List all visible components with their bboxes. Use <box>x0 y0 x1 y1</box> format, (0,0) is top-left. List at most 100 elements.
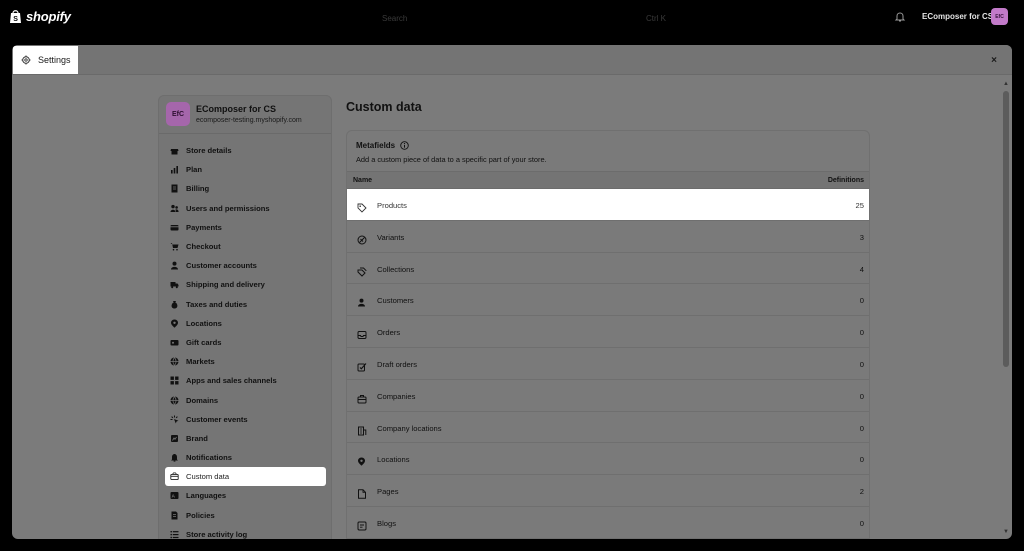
sidebar-item-label: Plan <box>186 165 203 175</box>
collection-icon <box>357 264 367 277</box>
table-header: Name Definitions <box>347 171 869 189</box>
store-name-top[interactable]: EComposer for CS <box>922 12 993 21</box>
row-name: Customers <box>377 296 414 306</box>
avatar[interactable]: EfC <box>991 8 1008 25</box>
sidebar-item-gift-cards[interactable]: Gift cards <box>165 333 326 352</box>
inbox-icon <box>357 327 367 340</box>
sidebar-item-label: Billing <box>186 184 210 194</box>
sidebar-item-shipping-and-delivery[interactable]: Shipping and delivery <box>165 275 326 294</box>
row-name: Companies <box>377 391 416 401</box>
table-row[interactable]: Blogs 0 <box>347 507 869 539</box>
settings-modal: Settings × ▲ ▼ EfC EComposer for CS ecom… <box>12 45 1012 539</box>
sidebar-item-label: Locations <box>186 318 222 328</box>
row-name: Draft orders <box>377 359 418 369</box>
sidebar-item-domains[interactable]: Domains <box>165 390 326 409</box>
row-definitions-count: 0 <box>859 455 864 465</box>
globe-icon <box>170 395 179 405</box>
sidebar-item-label: Gift cards <box>186 337 222 347</box>
shopify-bag-icon: S <box>10 10 21 23</box>
table-row[interactable]: Draft orders 0 <box>347 348 869 380</box>
brand-icon <box>170 434 179 443</box>
scrollbar[interactable]: ▲ ▼ <box>1002 81 1010 539</box>
sidebar-item-store-details[interactable]: Store details <box>165 141 326 160</box>
table-row[interactable]: Variants 3 <box>347 221 869 253</box>
row-definitions-count: 3 <box>859 232 864 242</box>
sidebar-item-locations[interactable]: Locations <box>165 314 326 333</box>
top-bar: S shopify Search Ctrl K EComposer for CS… <box>0 0 1024 36</box>
row-definitions-count: 0 <box>859 328 864 338</box>
scroll-up-icon[interactable]: ▲ <box>1003 81 1009 87</box>
metafields-card: Metafields Add a custom piece of data to… <box>346 130 870 539</box>
column-name-header: Name <box>353 177 373 184</box>
sidebar-item-markets[interactable]: Markets <box>165 352 326 371</box>
gear-icon <box>21 55 31 65</box>
sidebar-item-label: Store details <box>186 146 232 156</box>
apps-icon <box>170 376 179 385</box>
policy-icon <box>170 511 179 520</box>
sidebar-item-billing[interactable]: Billing <box>165 179 326 198</box>
search-bar[interactable]: Search Ctrl K <box>374 8 674 28</box>
search-placeholder: Search <box>382 13 408 23</box>
sidebar-item-checkout[interactable]: Checkout <box>165 237 326 256</box>
modal-header: Settings × <box>12 45 1012 75</box>
sidebar-item-customer-accounts[interactable]: Customer accounts <box>165 256 326 275</box>
table-row[interactable]: Pages 2 <box>347 475 869 507</box>
sidebar-item-customer-events[interactable]: Customer events <box>165 410 326 429</box>
sidebar-item-label: Custom data <box>186 472 230 482</box>
table-row[interactable]: Companies 0 <box>347 380 869 412</box>
sidebar-item-label: Shipping and delivery <box>186 280 265 290</box>
sidebar-item-payments[interactable]: Payments <box>165 218 326 237</box>
globe-icon <box>170 357 179 367</box>
sidebar-item-apps-and-sales-channels[interactable]: Apps and sales channels <box>165 371 326 390</box>
store-icon <box>170 146 179 155</box>
row-definitions-count: 0 <box>859 518 864 528</box>
row-definitions-count: 25 <box>855 201 864 210</box>
sidebar-item-policies[interactable]: Policies <box>165 506 326 525</box>
store-name: EComposer for CS <box>196 104 277 114</box>
scroll-thumb[interactable] <box>1003 91 1009 367</box>
row-name: Blogs <box>377 518 396 528</box>
sidebar-item-label: Domains <box>186 395 219 405</box>
draft-icon <box>357 359 367 372</box>
table-row[interactable]: Collections 4 <box>347 253 869 285</box>
table-row[interactable]: Locations 0 <box>347 443 869 476</box>
info-icon[interactable] <box>400 141 409 150</box>
page-title: Custom data <box>346 100 422 114</box>
sidebar-item-label: Customer events <box>186 414 248 424</box>
page-icon <box>357 486 367 499</box>
row-name: Company locations <box>377 423 442 433</box>
svg-text:A: A <box>172 494 176 500</box>
shopify-logo[interactable]: S shopify <box>9 9 71 24</box>
logo-text: shopify <box>26 9 71 24</box>
sidebar-item-custom-data[interactable]: Custom data <box>165 467 326 487</box>
gift-card-icon <box>170 338 179 347</box>
sidebar-item-taxes-and-duties[interactable]: Taxes and duties <box>165 295 326 314</box>
sidebar-item-label: Checkout <box>186 242 221 252</box>
sidebar-item-brand[interactable]: Brand <box>165 429 326 448</box>
sidebar-item-label: Store activity log <box>186 529 248 539</box>
sidebar-item-languages[interactable]: A Languages <box>165 486 326 505</box>
table-row[interactable]: Orders 0 <box>347 316 869 348</box>
database-icon <box>170 472 179 481</box>
bell-icon[interactable] <box>894 11 906 23</box>
table-row[interactable]: Products 25 <box>347 189 869 221</box>
sidebar-item-label: Apps and sales channels <box>186 376 277 386</box>
svg-text:S: S <box>13 16 18 23</box>
sidebar-item-label: Notifications <box>186 453 232 463</box>
truck-icon <box>170 280 179 289</box>
table-row[interactable]: Customers 0 <box>347 284 869 317</box>
store-card[interactable]: EfC EComposer for CS ecomposer-testing.m… <box>159 96 331 134</box>
company-icon <box>357 391 367 404</box>
row-definitions-count: 0 <box>859 296 864 306</box>
table-row[interactable]: Company locations 0 <box>347 412 869 444</box>
scroll-down-icon[interactable]: ▼ <box>1003 529 1009 535</box>
sidebar-item-notifications[interactable]: Notifications <box>165 448 326 467</box>
row-name: Collections <box>377 264 415 274</box>
close-button[interactable]: × <box>988 54 1000 66</box>
person-icon <box>357 295 367 307</box>
sidebar-item-users-and-permissions[interactable]: Users and permissions <box>165 199 326 218</box>
sidebar-item-plan[interactable]: Plan <box>165 160 326 179</box>
row-definitions-count: 4 <box>859 264 864 274</box>
sidebar-item-store-activity-log[interactable]: Store activity log <box>165 525 326 539</box>
users-icon <box>170 204 179 213</box>
